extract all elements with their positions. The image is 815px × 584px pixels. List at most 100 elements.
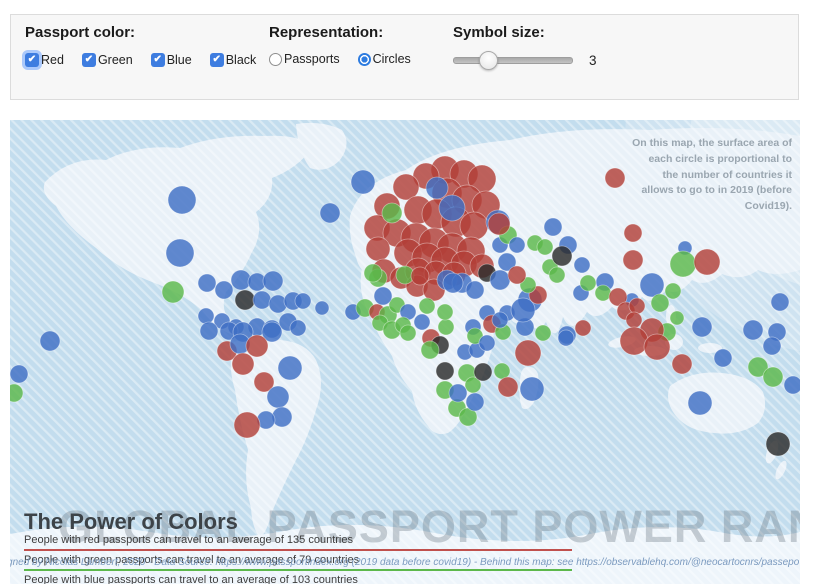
radio-option-passports[interactable]: Passports: [269, 53, 340, 66]
checkbox-icon[interactable]: ✔: [25, 53, 39, 67]
country-circle: [382, 203, 402, 223]
country-circle: [509, 237, 525, 253]
symbol-size-slider-row: 3: [453, 53, 597, 68]
country-circle: [320, 203, 340, 223]
page: { "controls": { "passport_color": { "lab…: [0, 0, 815, 584]
radio-option-circles[interactable]: Circles: [358, 53, 411, 66]
country-circle: [640, 273, 664, 297]
country-circle: [670, 311, 684, 325]
slider-value: 3: [589, 53, 597, 68]
country-circle: [665, 283, 681, 299]
country-circle: [295, 293, 311, 309]
checkbox-label: Red: [41, 54, 64, 67]
radio-icon[interactable]: [358, 53, 371, 66]
country-circle: [166, 239, 194, 267]
checkbox-icon[interactable]: ✔: [210, 53, 224, 67]
country-circle: [400, 325, 416, 341]
checkbox-option-black[interactable]: ✔Black: [210, 53, 257, 67]
country-circle: [437, 304, 453, 320]
country-circle: [688, 391, 712, 415]
country-circle: [626, 312, 642, 328]
country-circle: [644, 334, 670, 360]
checkbox-label: Green: [98, 54, 133, 67]
country-circle: [246, 335, 268, 357]
country-circle: [672, 354, 692, 374]
country-circle: [492, 312, 508, 328]
country-circle: [552, 246, 572, 266]
country-circle: [168, 186, 196, 214]
country-circle: [771, 293, 789, 311]
representation-group: Representation: PassportsCircles: [269, 24, 411, 66]
country-circle: [421, 341, 439, 359]
country-circle: [351, 170, 375, 194]
country-circle: [574, 257, 590, 273]
country-circle: [784, 376, 800, 394]
radio-icon[interactable]: [269, 53, 282, 66]
country-circle: [629, 298, 645, 314]
checkbox-label: Blue: [167, 54, 192, 67]
checkbox-option-green[interactable]: ✔Green: [82, 53, 133, 67]
country-circle: [743, 320, 763, 340]
country-circle: [263, 271, 283, 291]
country-circle: [694, 249, 720, 275]
slider-handle-icon[interactable]: [479, 51, 498, 70]
country-circle: [414, 314, 430, 330]
country-circle: [466, 281, 484, 299]
map-note: On this map, the surface area of each ci…: [632, 136, 792, 215]
country-circle: [766, 432, 790, 456]
passport-color-group: Passport color: ✔Red✔Green✔Blue✔Black: [25, 24, 256, 67]
country-circle: [490, 270, 510, 290]
passport-color-heading: Passport color:: [25, 24, 256, 41]
country-circle: [494, 363, 510, 379]
country-circle: [575, 320, 591, 336]
symbol-size-heading: Symbol size:: [453, 24, 597, 41]
country-circle: [549, 267, 565, 283]
radio-label: Circles: [373, 53, 411, 66]
country-circle: [253, 291, 271, 309]
country-circle: [10, 365, 28, 383]
legend-line: People with blue passports can travel to…: [24, 574, 572, 584]
country-circle: [40, 331, 60, 351]
legend-line: People with red passports can travel to …: [24, 534, 572, 551]
representation-options: Passports Circles: [269, 53, 411, 66]
country-circle: [439, 195, 465, 221]
radio-label: Passports: [284, 53, 340, 66]
map-title: The Power of Colors: [24, 509, 238, 535]
country-circle: [290, 320, 306, 336]
country-circle: [498, 377, 518, 397]
country-circle: [374, 287, 392, 305]
country-circle: [162, 281, 184, 303]
country-circle: [515, 340, 541, 366]
country-circle: [580, 275, 596, 291]
credit-line: Designed by Nicolas Lambert, 2020 - Data…: [10, 557, 799, 568]
country-circle: [595, 285, 611, 301]
symbol-size-slider[interactable]: [453, 57, 573, 64]
country-circle: [438, 319, 454, 335]
country-circle: [460, 212, 488, 240]
country-circle: [315, 301, 329, 315]
country-circle: [605, 168, 625, 188]
country-circle: [436, 362, 454, 380]
country-circle: [692, 317, 712, 337]
country-circle: [624, 224, 642, 242]
passport-color-options: ✔Red✔Green✔Blue✔Black: [25, 53, 256, 67]
country-circle: [426, 177, 448, 199]
country-circle: [200, 322, 218, 340]
checkbox-icon[interactable]: ✔: [151, 53, 165, 67]
country-circle: [479, 335, 495, 351]
country-circle: [670, 251, 696, 277]
map-container: On this map, the surface area of each ci…: [10, 120, 800, 584]
country-circle: [558, 330, 574, 346]
checkbox-option-red[interactable]: ✔Red: [25, 53, 64, 67]
country-circle: [235, 290, 255, 310]
country-circle: [714, 349, 732, 367]
country-circle: [651, 294, 669, 312]
country-circle: [198, 274, 216, 292]
country-circle: [364, 264, 382, 282]
checkbox-icon[interactable]: ✔: [82, 53, 96, 67]
country-circle: [443, 273, 463, 293]
country-circle: [272, 407, 292, 427]
checkbox-option-blue[interactable]: ✔Blue: [151, 53, 192, 67]
country-circle: [419, 298, 435, 314]
country-circle: [623, 250, 643, 270]
